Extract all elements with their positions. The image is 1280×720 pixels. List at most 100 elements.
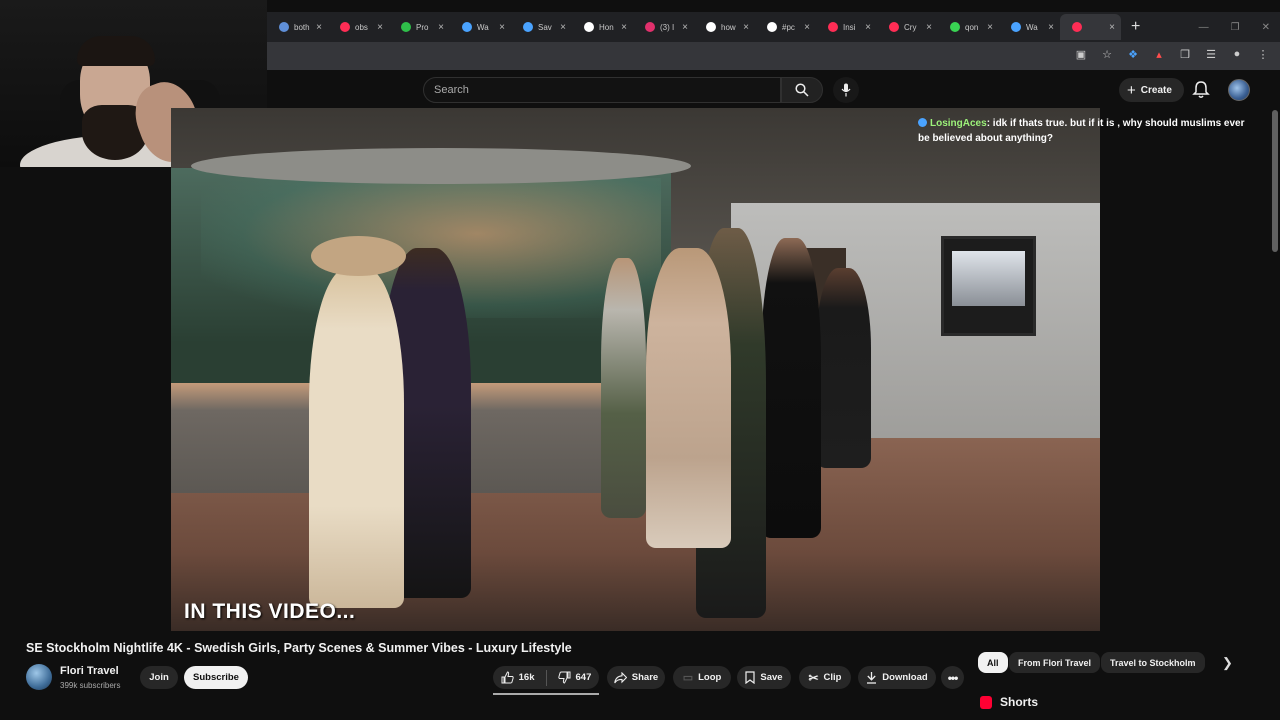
- youtube-header: Search + Create: [267, 70, 1280, 110]
- browser-tab[interactable]: Wa ×: [999, 14, 1060, 40]
- share-button[interactable]: Share: [607, 666, 665, 689]
- chip-from-channel[interactable]: From Flori Travel: [1009, 652, 1101, 673]
- tab-favicon-icon: [828, 22, 838, 32]
- subscribe-button[interactable]: Subscribe: [184, 666, 248, 689]
- browser-tab[interactable]: #pc ×: [755, 14, 816, 40]
- tab-close-icon[interactable]: ×: [682, 22, 688, 33]
- video-title: SE Stockholm Nightlife 4K - Swedish Girl…: [26, 641, 572, 655]
- tab-close-icon[interactable]: ×: [316, 22, 322, 33]
- window-controls: — ❐ ✕: [1199, 12, 1280, 42]
- tab-close-icon[interactable]: ×: [1048, 22, 1054, 33]
- download-icon: [867, 672, 877, 684]
- extension-blue-icon[interactable]: ❖: [1126, 47, 1140, 61]
- chip-travel-stockholm[interactable]: Travel to Stockholm: [1101, 652, 1205, 673]
- tab-close-icon[interactable]: ×: [926, 22, 932, 33]
- scissors-icon: ✂: [808, 670, 819, 685]
- account-avatar[interactable]: [1228, 79, 1250, 101]
- close-window-icon[interactable]: ✕: [1262, 22, 1270, 33]
- search-input[interactable]: Search: [423, 77, 781, 103]
- tab-favicon-icon: [523, 22, 533, 32]
- tab-close-icon[interactable]: ×: [560, 22, 566, 33]
- join-button[interactable]: Join: [140, 666, 178, 689]
- scrollbar-thumb[interactable]: [1272, 110, 1278, 252]
- browser-tab[interactable]: how ×: [694, 14, 755, 40]
- menu-kebab-icon[interactable]: ⋮: [1256, 47, 1270, 61]
- dislike-button[interactable]: 647: [557, 671, 591, 684]
- chevron-right-icon[interactable]: ❯: [1222, 655, 1233, 671]
- restore-icon[interactable]: ❐: [1231, 22, 1240, 33]
- page-scrollbar[interactable]: [1270, 110, 1280, 710]
- browser-tab[interactable]: Hon ×: [572, 14, 633, 40]
- browser-tab[interactable]: Insi ×: [816, 14, 877, 40]
- tab-favicon-icon: [645, 22, 655, 32]
- minimize-icon[interactable]: —: [1199, 22, 1209, 33]
- browser-tab[interactable]: obs ×: [328, 14, 389, 40]
- browser-tab[interactable]: both ×: [267, 14, 328, 40]
- tab-label: Insi: [843, 22, 856, 32]
- shorts-section-header: Shorts: [980, 695, 1038, 709]
- create-label: Create: [1140, 84, 1172, 96]
- tab-favicon-icon: [401, 22, 411, 32]
- media-controls-icon[interactable]: ☰: [1204, 47, 1218, 61]
- extensions-puzzle-icon[interactable]: ❒: [1178, 47, 1192, 61]
- browser-tab[interactable]: Sav ×: [511, 14, 572, 40]
- tab-label: (3) I: [660, 22, 675, 32]
- tab-close-icon[interactable]: ×: [804, 22, 810, 33]
- tab-label: qon: [965, 22, 979, 32]
- tab-close-icon[interactable]: ×: [865, 22, 871, 33]
- channel-name[interactable]: Flori Travel: [60, 665, 119, 677]
- tab-close-icon[interactable]: ×: [621, 22, 627, 33]
- search-button[interactable]: [781, 77, 823, 103]
- tab-close-icon[interactable]: ×: [438, 22, 444, 33]
- tab-label: obs: [355, 22, 368, 32]
- browser-tab-bar: both × obs × Pro × Wa × Sav × Hon × (3) I × how × #pc × In…: [267, 12, 1280, 42]
- browser-tab[interactable]: qon ×: [938, 14, 999, 40]
- video-caption: IN THIS VIDEO...: [184, 600, 356, 623]
- bookmark-icon: [745, 671, 756, 684]
- microphone-icon: [841, 83, 851, 97]
- browser-tab[interactable]: Cry ×: [877, 14, 938, 40]
- tab-favicon-icon: [340, 22, 350, 32]
- tab-close-icon[interactable]: ×: [499, 22, 505, 33]
- tab-favicon-icon: [1011, 22, 1021, 32]
- tab-label: Hon: [599, 22, 614, 32]
- scene-poster: [941, 236, 1036, 336]
- new-tab-button[interactable]: +: [1131, 18, 1140, 36]
- profile-icon[interactable]: ●: [1230, 47, 1244, 61]
- browser-tab[interactable]: (3) I ×: [633, 14, 694, 40]
- install-app-icon[interactable]: ▣: [1074, 47, 1088, 61]
- save-label: Save: [760, 672, 783, 683]
- scene-person: [646, 248, 731, 548]
- share-label: Share: [631, 672, 659, 683]
- tab-label: both: [294, 22, 310, 32]
- notifications-bell-icon[interactable]: [1192, 80, 1210, 100]
- bookmark-star-icon[interactable]: ☆: [1100, 47, 1114, 61]
- like-ratio-bar: [493, 693, 599, 695]
- browser-tab[interactable]: Pro ×: [389, 14, 450, 40]
- tab-close-icon[interactable]: ×: [743, 22, 749, 33]
- thumbs-up-icon: [501, 671, 514, 684]
- screen: both × obs × Pro × Wa × Sav × Hon × (3) I × how × #pc × In…: [0, 0, 1280, 720]
- tab-close-icon[interactable]: ×: [987, 22, 993, 33]
- save-button[interactable]: Save: [737, 666, 791, 689]
- clip-button[interactable]: ✂ Clip: [799, 666, 851, 689]
- tab-favicon-icon: [889, 22, 899, 32]
- tab-close-icon[interactable]: ×: [1109, 22, 1115, 33]
- extension-red-icon[interactable]: ▴: [1152, 47, 1166, 61]
- like-button[interactable]: 16k: [501, 671, 535, 684]
- chip-all[interactable]: All: [978, 652, 1008, 673]
- browser-tab[interactable]: Wa ×: [450, 14, 511, 40]
- tab-close-icon[interactable]: ×: [377, 22, 383, 33]
- create-button[interactable]: + Create: [1119, 78, 1184, 102]
- browser-tab[interactable]: ×: [1060, 14, 1121, 40]
- channel-avatar[interactable]: [26, 664, 52, 690]
- address-bar-row: ▣ ☆ ❖ ▴ ❒ ☰ ● ⋮: [267, 42, 1280, 70]
- video-player[interactable]: IN THIS VIDEO...: [171, 108, 1100, 631]
- voice-search-button[interactable]: [833, 77, 859, 103]
- tab-favicon-icon: [1072, 22, 1082, 32]
- scene-person: [816, 268, 871, 468]
- chat-badge-icon: [918, 118, 927, 127]
- download-button[interactable]: Download: [858, 666, 936, 689]
- loop-button[interactable]: ▭ Loop: [673, 666, 731, 689]
- more-actions-button[interactable]: •••: [941, 666, 964, 689]
